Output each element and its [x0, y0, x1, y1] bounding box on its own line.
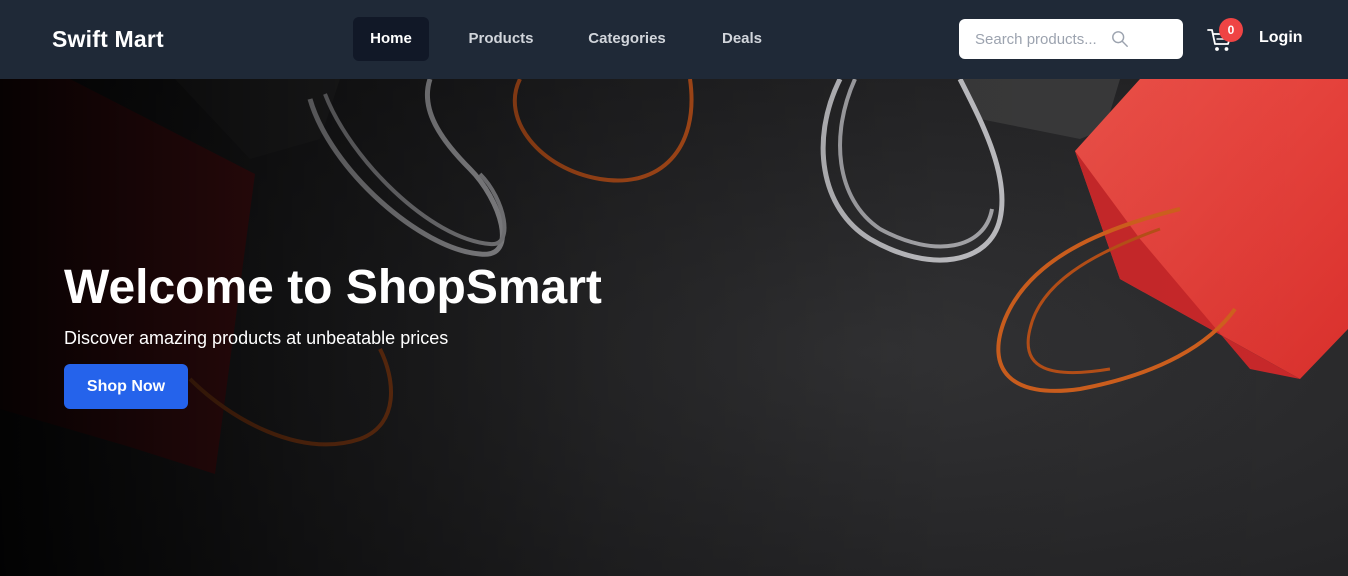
brand-logo[interactable]: Swift Mart — [52, 26, 164, 53]
login-link[interactable]: Login — [1259, 29, 1303, 47]
shop-now-button[interactable]: Shop Now — [64, 364, 188, 409]
nav-deals[interactable]: Deals — [701, 17, 783, 61]
hero-banner: Welcome to ShopSmart Discover amazing pr… — [0, 79, 1348, 576]
search-box — [959, 19, 1183, 59]
top-navbar: Swift Mart Home Products Categories Deal… — [0, 0, 1348, 79]
hero-title: Welcome to ShopSmart — [64, 261, 602, 314]
nav-products[interactable]: Products — [449, 17, 553, 61]
nav-categories[interactable]: Categories — [573, 17, 681, 61]
hero-subtitle: Discover amazing products at unbeatable … — [64, 328, 449, 348]
nav-home[interactable]: Home — [353, 17, 429, 61]
search-icon[interactable] — [1111, 30, 1129, 48]
cart-count-badge: 0 — [1219, 18, 1243, 42]
